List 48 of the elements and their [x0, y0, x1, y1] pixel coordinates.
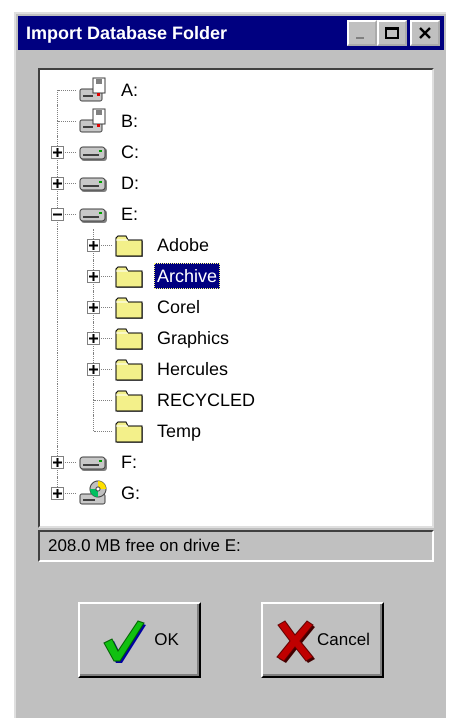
plus-icon: [89, 334, 98, 343]
close-button[interactable]: [410, 20, 440, 46]
drive-label[interactable]: C:: [118, 138, 142, 164]
hard-drive-icon: [79, 146, 109, 162]
plus-icon: [89, 272, 98, 281]
folder-label[interactable]: RECYCLED: [154, 386, 258, 412]
hard-drive-icon: [79, 208, 109, 224]
minimize-icon: [356, 37, 364, 39]
drive-label[interactable]: E:: [118, 200, 142, 226]
folder-label[interactable]: Adobe: [154, 232, 212, 258]
plus-icon: [53, 458, 62, 467]
drive-label[interactable]: A:: [118, 76, 142, 102]
folder-label[interactable]: Hercules: [154, 356, 232, 382]
drive-label[interactable]: F:: [118, 448, 140, 474]
status-text: 208.0 MB free on drive E:: [48, 536, 241, 556]
expander-box[interactable]: [87, 270, 100, 283]
expander-box[interactable]: [51, 487, 64, 500]
expander-box[interactable]: [51, 208, 64, 221]
drive-label[interactable]: G:: [118, 480, 144, 506]
maximize-icon: [385, 27, 399, 39]
window-title: Import Database Folder: [26, 22, 228, 44]
maximize-button[interactable]: [377, 20, 407, 46]
expander-box[interactable]: [87, 332, 100, 345]
expander-box[interactable]: [51, 456, 64, 469]
folder-label[interactable]: Temp: [154, 418, 204, 444]
close-icon: [419, 27, 431, 39]
expander-box[interactable]: [87, 239, 100, 252]
expander-box[interactable]: [87, 301, 100, 314]
hard-drive-icon: [79, 176, 109, 192]
folder-label[interactable]: Corel: [154, 294, 204, 320]
plus-icon: [53, 148, 62, 157]
hard-drive-icon: [79, 456, 109, 472]
plus-icon: [53, 179, 62, 188]
drive-label[interactable]: B:: [118, 108, 142, 134]
plus-icon: [89, 303, 98, 312]
plus-icon: [89, 241, 98, 250]
cd-drive-icon: [79, 478, 109, 506]
cancel-button[interactable]: Cancel: [261, 602, 384, 678]
expander-box[interactable]: [87, 363, 100, 376]
minimize-button[interactable]: [347, 20, 377, 46]
plus-icon: [53, 489, 62, 498]
folder-label[interactable]: Graphics: [154, 324, 232, 350]
plus-icon: [89, 365, 98, 374]
drive-label[interactable]: D:: [118, 170, 142, 196]
expander-box[interactable]: [51, 146, 64, 159]
ok-button[interactable]: OK: [78, 602, 201, 678]
expander-box[interactable]: [51, 177, 64, 190]
folder-label[interactable]: Archive: [154, 262, 220, 288]
